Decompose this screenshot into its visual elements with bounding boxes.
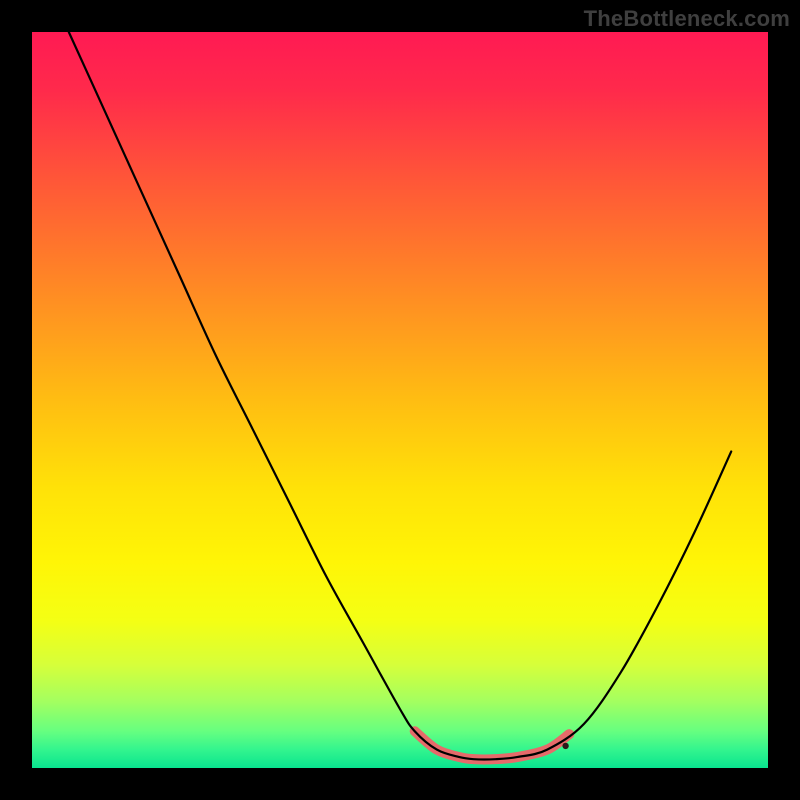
curve-layer [32, 32, 768, 768]
watermark-text: TheBottleneck.com [584, 6, 790, 32]
plot-area [32, 32, 768, 768]
bottleneck-curve [69, 32, 731, 759]
bottleneck-highlight-segment [415, 731, 570, 759]
tick-dot [562, 743, 568, 749]
chart-frame: TheBottleneck.com [0, 0, 800, 800]
